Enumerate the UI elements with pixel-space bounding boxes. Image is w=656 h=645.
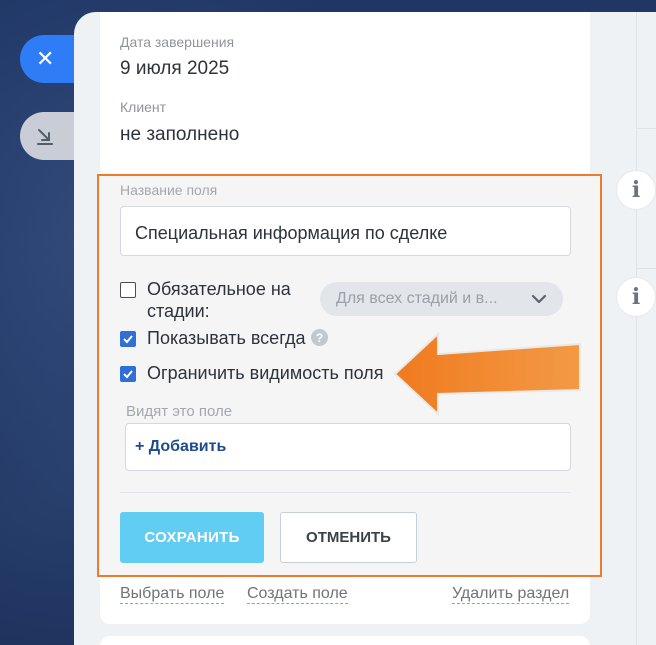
cancel-button[interactable]: ОТМЕНИТЬ <box>280 512 417 563</box>
timeline-tick <box>636 128 656 129</box>
create-field-link[interactable]: Создать поле <box>247 585 348 604</box>
restrict-visibility-label: Ограничить видимость поля <box>147 363 384 383</box>
check-icon <box>123 335 133 344</box>
check-icon <box>123 370 133 379</box>
required-checkbox[interactable] <box>120 282 136 298</box>
next-card <box>100 636 590 645</box>
show-always-checkbox[interactable] <box>120 331 136 347</box>
field-name-label: Название поля <box>120 182 218 198</box>
divider <box>120 492 571 493</box>
choose-field-link[interactable]: Выбрать поле <box>120 585 225 604</box>
end-date-label: Дата завершения <box>120 34 235 50</box>
who-sees-label: Видят это поле <box>126 403 233 420</box>
show-always-label: Показывать всегда <box>147 328 306 348</box>
info-icon[interactable]: i <box>616 170 656 210</box>
save-button[interactable]: СОХРАНИТЬ <box>120 512 264 563</box>
required-label-line1: Обязательное на <box>147 279 291 299</box>
timeline-line <box>636 12 637 645</box>
chevron-down-icon <box>531 294 547 304</box>
close-icon: ✕ <box>36 46 55 71</box>
stage-select[interactable]: Для всех стадий и в... <box>320 282 563 316</box>
client-label: Клиент <box>120 99 167 115</box>
collapse-down-icon <box>37 129 53 145</box>
field-name-input[interactable]: Специальная информация по сделке <box>120 206 571 256</box>
add-viewer-link[interactable]: + Добавить <box>135 438 226 456</box>
help-icon[interactable]: ? <box>311 329 328 346</box>
stage-select-value: Для всех стадий и в... <box>336 290 498 307</box>
restrict-visibility-checkbox[interactable] <box>120 366 136 382</box>
collapse-button[interactable] <box>20 112 80 160</box>
timeline-tick <box>636 268 656 269</box>
delete-section-link[interactable]: Удалить раздел <box>452 585 570 604</box>
pointer-arrow-icon <box>393 332 581 416</box>
client-value: не заполнено <box>120 124 240 145</box>
close-button[interactable]: ✕ <box>20 35 80 83</box>
required-label-line2: стадии: <box>147 301 210 321</box>
info-icon[interactable]: i <box>616 277 656 317</box>
required-label: Обязательное на стадии: <box>147 278 291 322</box>
end-date-value: 9 июля 2025 <box>120 58 230 79</box>
